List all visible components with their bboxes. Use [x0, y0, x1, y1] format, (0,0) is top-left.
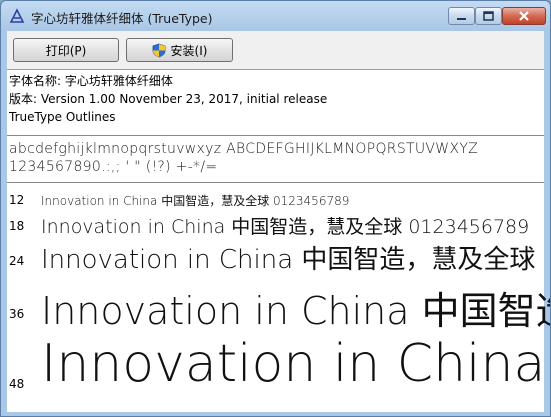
font-name: 字体名称: 字心坊轩雅体纤细体 — [9, 74, 173, 88]
uac-shield-icon — [152, 43, 165, 57]
maximize-button[interactable] — [475, 7, 502, 25]
toolbar: 打印(P) 安装(I) — [7, 31, 544, 70]
size-label: 48 — [9, 377, 25, 391]
font-info: 字体名称: 字心坊轩雅体纤细体 版本: Version 1.00 Novembe… — [9, 72, 327, 126]
size-label: 18 — [9, 219, 25, 233]
window-title: 字心坊轩雅体纤细体 (TrueType) — [31, 11, 213, 26]
divider — [7, 135, 544, 136]
sample-text: Innovation in China 中国智造 — [41, 289, 551, 333]
print-button[interactable]: 打印(P) — [13, 38, 119, 62]
size-label: 24 — [9, 254, 25, 268]
minimize-button[interactable] — [448, 7, 475, 25]
close-button[interactable] — [502, 7, 546, 25]
font-app-icon — [9, 8, 25, 23]
divider — [7, 182, 544, 183]
font-preview-area: 打印(P) 安装(I) 字体名称: 字心坊轩雅体纤细体 版本: Version … — [7, 31, 550, 412]
close-icon — [519, 11, 529, 21]
charset-digits: 1234567890.:,; ' " (!?) +-*/= — [9, 159, 218, 175]
minimize-icon — [457, 18, 466, 20]
title-bar[interactable]: 字心坊轩雅体纤细体 (TrueType) — [1, 1, 550, 31]
sample-text: Innovation in China 中国智造，慧及全球 0123456789 — [41, 216, 530, 238]
maximize-icon — [483, 11, 494, 21]
font-outline-type: TrueType Outlines — [9, 110, 116, 124]
sample-text: Innovation in China 中国智造，慧及全球 0123456789 — [41, 194, 350, 208]
font-version: 版本: Version 1.00 November 23, 2017, init… — [9, 92, 328, 106]
sample-text: Innovation in China 中国智造，慧及全球 — [41, 245, 536, 275]
install-button-label: 安装(I) — [170, 43, 208, 58]
font-viewer-window: 字心坊轩雅体纤细体 (TrueType) 打印(P) 安装(I) 字体名称: 字… — [0, 0, 551, 417]
install-button[interactable]: 安装(I) — [126, 38, 233, 62]
size-label: 36 — [9, 307, 25, 321]
size-label: 12 — [9, 193, 25, 207]
charset-letters: abcdefghijklmnopqrstuvwxyz ABCDEFGHIJKLM… — [9, 141, 479, 157]
sample-text: Innovation in China — [41, 334, 546, 394]
